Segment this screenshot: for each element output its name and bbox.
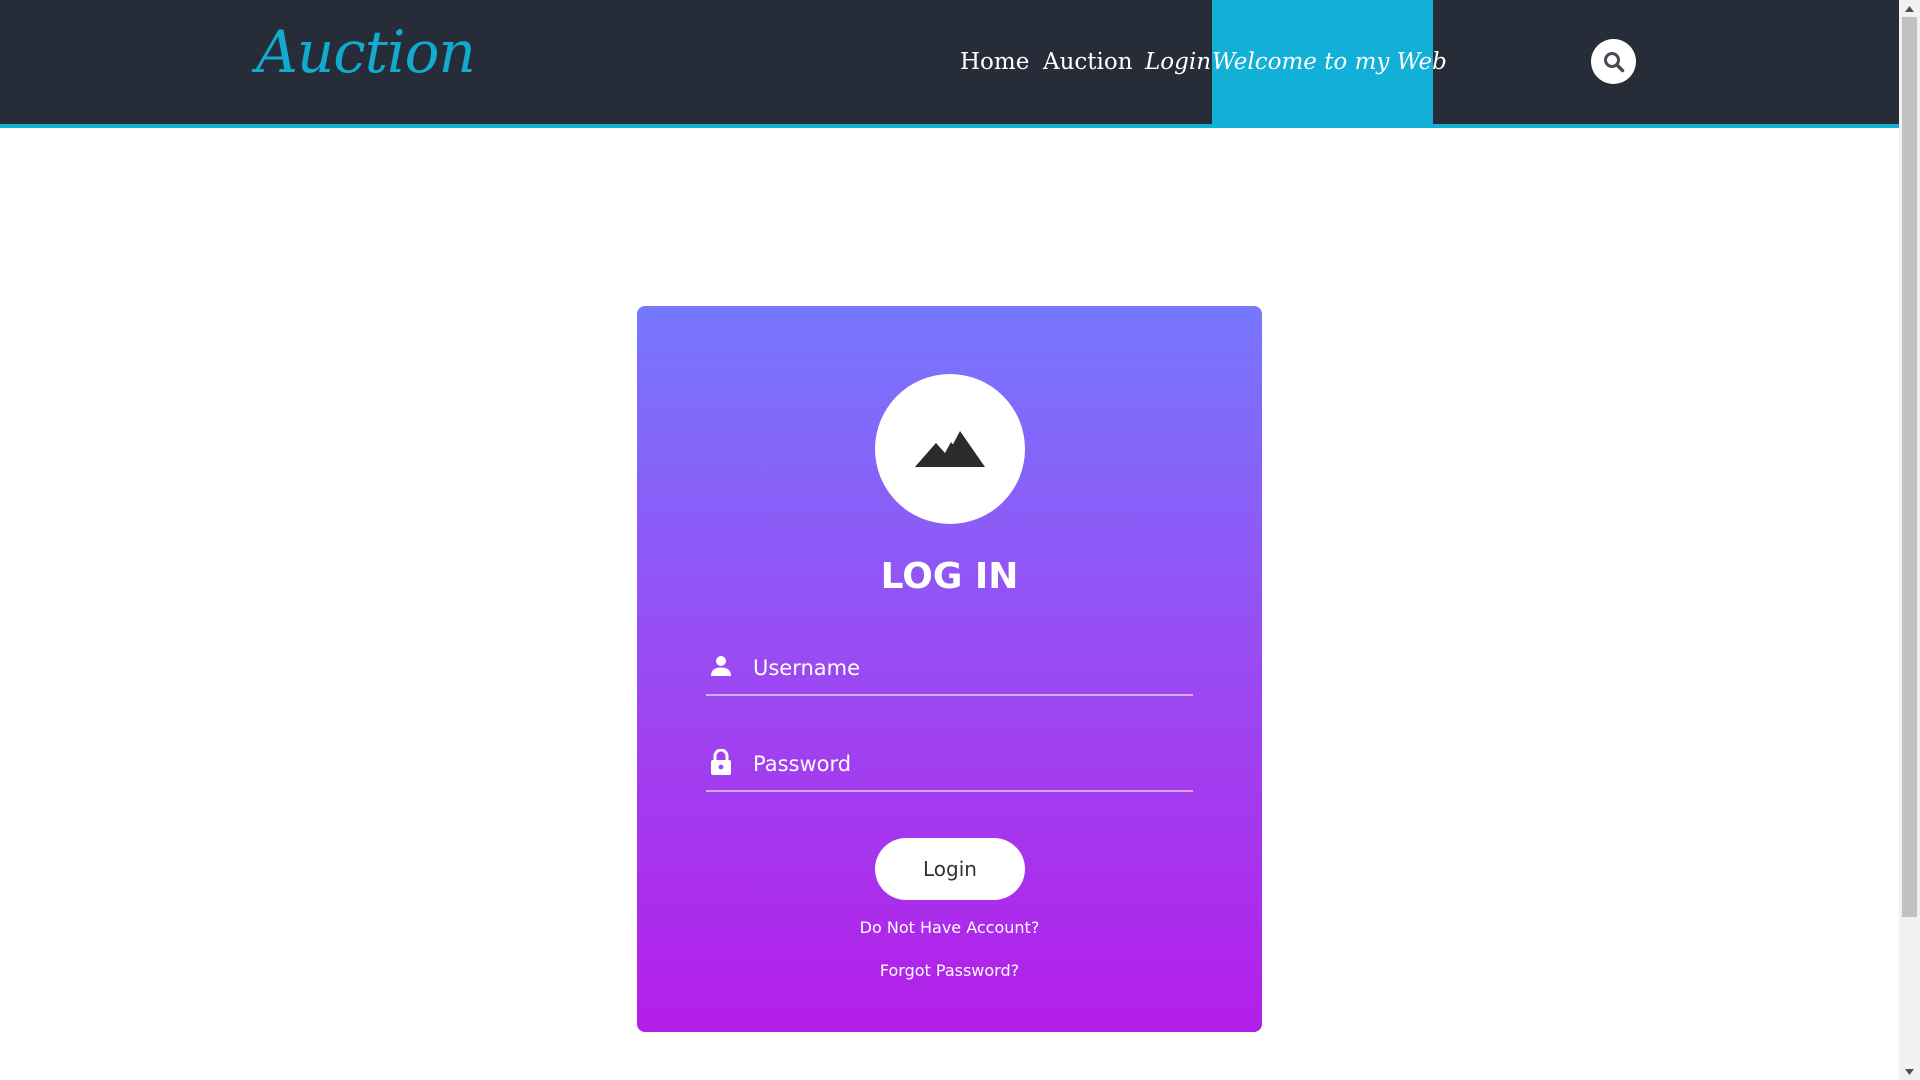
site-logo[interactable]: Auction: [256, 18, 476, 86]
forgot-password-link[interactable]: Forgot Password?: [637, 961, 1262, 980]
username-field: [706, 640, 1193, 696]
search-icon: [1603, 51, 1624, 72]
login-title: LOG IN: [880, 556, 1019, 597]
vertical-scrollbar[interactable]: [1899, 0, 1920, 1080]
avatar: [875, 374, 1025, 524]
login-button[interactable]: Login: [875, 838, 1025, 900]
nav-auction-link[interactable]: Auction: [1043, 0, 1133, 124]
lock-icon: [709, 749, 733, 775]
search-button[interactable]: [1591, 39, 1636, 84]
top-navbar: Auction Home Auction Login Welcome to my…: [0, 0, 1899, 128]
user-icon: [709, 653, 733, 679]
login-card: LOG IN Login Do Not Have Account? Forgot…: [637, 306, 1262, 1032]
nav-login-link[interactable]: Login: [1145, 0, 1211, 124]
nav-home-link[interactable]: Home: [960, 0, 1029, 124]
password-input[interactable]: [751, 736, 1185, 792]
password-field: [706, 736, 1193, 792]
mountain-icon: [915, 431, 985, 467]
scroll-up-icon[interactable]: [1899, 0, 1920, 17]
scroll-down-icon[interactable]: [1899, 1063, 1920, 1080]
register-link[interactable]: Do Not Have Account?: [637, 918, 1262, 937]
scrollbar-thumb[interactable]: [1902, 17, 1917, 917]
nav-welcome-link[interactable]: Welcome to my Web: [1212, 0, 1447, 124]
username-input[interactable]: [751, 640, 1185, 696]
